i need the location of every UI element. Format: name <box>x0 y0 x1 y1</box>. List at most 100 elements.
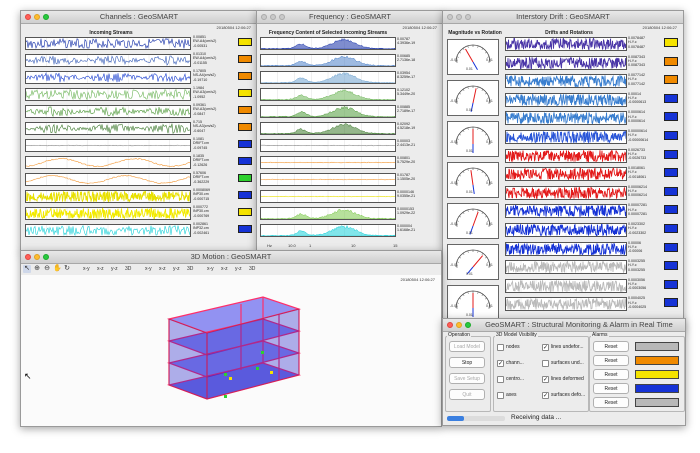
channels-header: Incoming Streams <box>89 30 133 36</box>
operation-button-quit[interactable]: Quit <box>449 389 485 400</box>
drift-timestamp: 20180504 12:06:27 <box>642 25 677 30</box>
rotation-gauge: -0.01 0.01 0.01 <box>447 80 499 116</box>
alarm-reset-button[interactable]: Reset <box>593 355 629 366</box>
alarm-reset-button[interactable]: Reset <box>593 369 629 380</box>
frequency-axis-tick: 10 <box>351 243 356 248</box>
view-button-3D-1[interactable]: 3D <box>187 266 193 272</box>
frequency-label: 0.00885 2.7189e-17 <box>397 105 415 114</box>
view-button-yz-2[interactable]: y-z <box>235 266 242 272</box>
frequency-label: 0.12102 5.3449e-20 <box>397 88 415 97</box>
window-controls <box>447 322 471 328</box>
waveform-plot <box>506 56 626 69</box>
waveform-plot <box>26 174 190 185</box>
checkbox-lines-undefor[interactable]: ✓ <box>542 344 549 351</box>
waveform-plot <box>26 225 190 236</box>
frequency-strip <box>260 173 396 186</box>
zoom-in-icon[interactable]: ⊕ <box>33 265 41 273</box>
channel-label: 0.0008069 INP30.cm -0.000715 <box>193 188 210 201</box>
frequency-label: 0.00685 2.7136e-18 <box>397 54 415 63</box>
frequency-label-line: 2.4413e-21 <box>397 143 416 148</box>
operation-button-stop[interactable]: Stop <box>449 357 485 368</box>
drift-label-line: 0.00007281 <box>628 211 647 216</box>
zoom-out-icon[interactable]: ⊖ <box>43 265 51 273</box>
rotate-icon[interactable]: ↻ <box>63 265 71 273</box>
close-icon[interactable] <box>447 322 453 328</box>
drift-indicator <box>664 279 678 289</box>
channel-label: 0.09361 EW-A3(cm/s2) -0.0847 <box>193 103 216 116</box>
channel-label-line: -1.0952 <box>193 94 206 99</box>
checkbox-centro[interactable] <box>497 376 504 383</box>
drift-indicator <box>664 261 678 271</box>
zoom-icon[interactable] <box>465 322 471 328</box>
frequency-axis-tick: 1 <box>309 243 312 248</box>
operation-button-save-setup[interactable]: Save Setup <box>449 373 485 384</box>
view-button-yz-0[interactable]: y-z <box>111 266 118 272</box>
frequency-window: Frequency : GeoSMART 20180504 12:06:27 F… <box>256 10 444 252</box>
channel-label-line: EW-A3(cm/s2) <box>193 107 217 112</box>
checkbox-axes[interactable] <box>497 392 504 399</box>
drift-strip <box>505 185 627 200</box>
gauge-label: -0.01 <box>450 263 458 267</box>
frequency-strip <box>260 71 396 84</box>
drift-label: 0.00014 H-Y.c -0.0000613 <box>628 92 646 105</box>
channel-indicator <box>238 208 252 216</box>
alarm-status-indicator <box>635 356 679 365</box>
alarm-reset-button[interactable]: Reset <box>593 397 629 408</box>
view-button-3D-2[interactable]: 3D <box>249 266 255 272</box>
checkbox-lines-deformed[interactable]: ✓ <box>542 376 549 383</box>
waveform-plot <box>261 38 395 49</box>
waveform-plot <box>506 93 626 106</box>
waveform-plot <box>26 55 190 66</box>
view-button-3D-0[interactable]: 3D <box>125 266 131 272</box>
channel-label: 0.715 NS-A3(cm/s2) -0.6047 <box>193 120 216 133</box>
channel-label: 1.1984 EW-A3(cm/s2) -1.0952 <box>193 86 216 99</box>
channel-label-line: -0.00531 <box>193 43 208 48</box>
drift-label-line: -0.0000613 <box>628 100 647 105</box>
drift-label: 0.0003056 H-Y.c -0.0003056 <box>628 278 646 291</box>
waveform-plot <box>26 72 190 83</box>
view-button-xy-1[interactable]: x-y <box>145 266 152 272</box>
drift-titlebar: Interstory Drift : GeoSMART <box>443 11 683 24</box>
pan-icon[interactable]: ✋ <box>53 265 62 273</box>
view-button-xz-1[interactable]: x-z <box>159 266 166 272</box>
frequency-strip <box>260 105 396 118</box>
drift-strip <box>505 297 627 312</box>
drift-label-line: -0.0018061 <box>628 174 647 179</box>
channel-label: 0.000772 INP30.cm -0.000769 <box>193 205 209 218</box>
gauge-label: 0.01 <box>466 231 473 235</box>
frequency-strip <box>260 88 396 101</box>
waveform-plot <box>506 112 626 125</box>
checkbox-surfaces-und[interactable] <box>542 360 549 367</box>
gauge-dial <box>455 249 491 275</box>
gauge-dial <box>455 44 491 71</box>
checkbox-nodes[interactable] <box>497 344 504 351</box>
view-button-yz-1[interactable]: y-z <box>173 266 180 272</box>
checkbox-surfaces-defo[interactable]: ✓ <box>542 392 549 399</box>
drift-label-line: 0.00006214 <box>628 193 647 198</box>
motion-canvas: 20180504 12:06:27 ↖ <box>21 275 441 426</box>
view-button-xy-2[interactable]: x-y <box>207 266 214 272</box>
waveform-plot <box>261 157 395 168</box>
checkbox-label: chann... <box>506 360 524 366</box>
drift-label-line: 0.0087343 <box>628 63 645 68</box>
checkbox-chann[interactable]: ✓ <box>497 360 504 367</box>
waveform-plot <box>26 208 190 219</box>
alarm-reset-button[interactable]: Reset <box>593 383 629 394</box>
checkbox-label: centro... <box>506 376 525 382</box>
drift-label: 0.0023302 H-Y.c -0.0023302 <box>628 222 646 235</box>
view-button-xz-2[interactable]: x-z <box>221 266 228 272</box>
channel-indicator <box>238 38 252 46</box>
drift-indicator <box>664 298 678 308</box>
channel-indicator <box>238 191 252 199</box>
frequency-label: 0.000004 1.6168e-21 <box>397 224 415 233</box>
frequency-label: 0.02092 4.5218e-19 <box>397 122 415 131</box>
view-button-xz-0[interactable]: x-z <box>97 266 104 272</box>
operation-button-load-model[interactable]: Load Model <box>449 341 485 352</box>
building-3d-model <box>166 296 302 400</box>
alarm-reset-button[interactable]: Reset <box>593 341 629 352</box>
pointer-icon[interactable]: ↖ <box>23 265 31 273</box>
drift-header-left: Magnitude vs Rotation <box>448 30 502 36</box>
channel-strip <box>25 88 191 101</box>
view-button-xy-0[interactable]: x-y <box>83 266 90 272</box>
minimize-icon[interactable] <box>456 322 462 328</box>
